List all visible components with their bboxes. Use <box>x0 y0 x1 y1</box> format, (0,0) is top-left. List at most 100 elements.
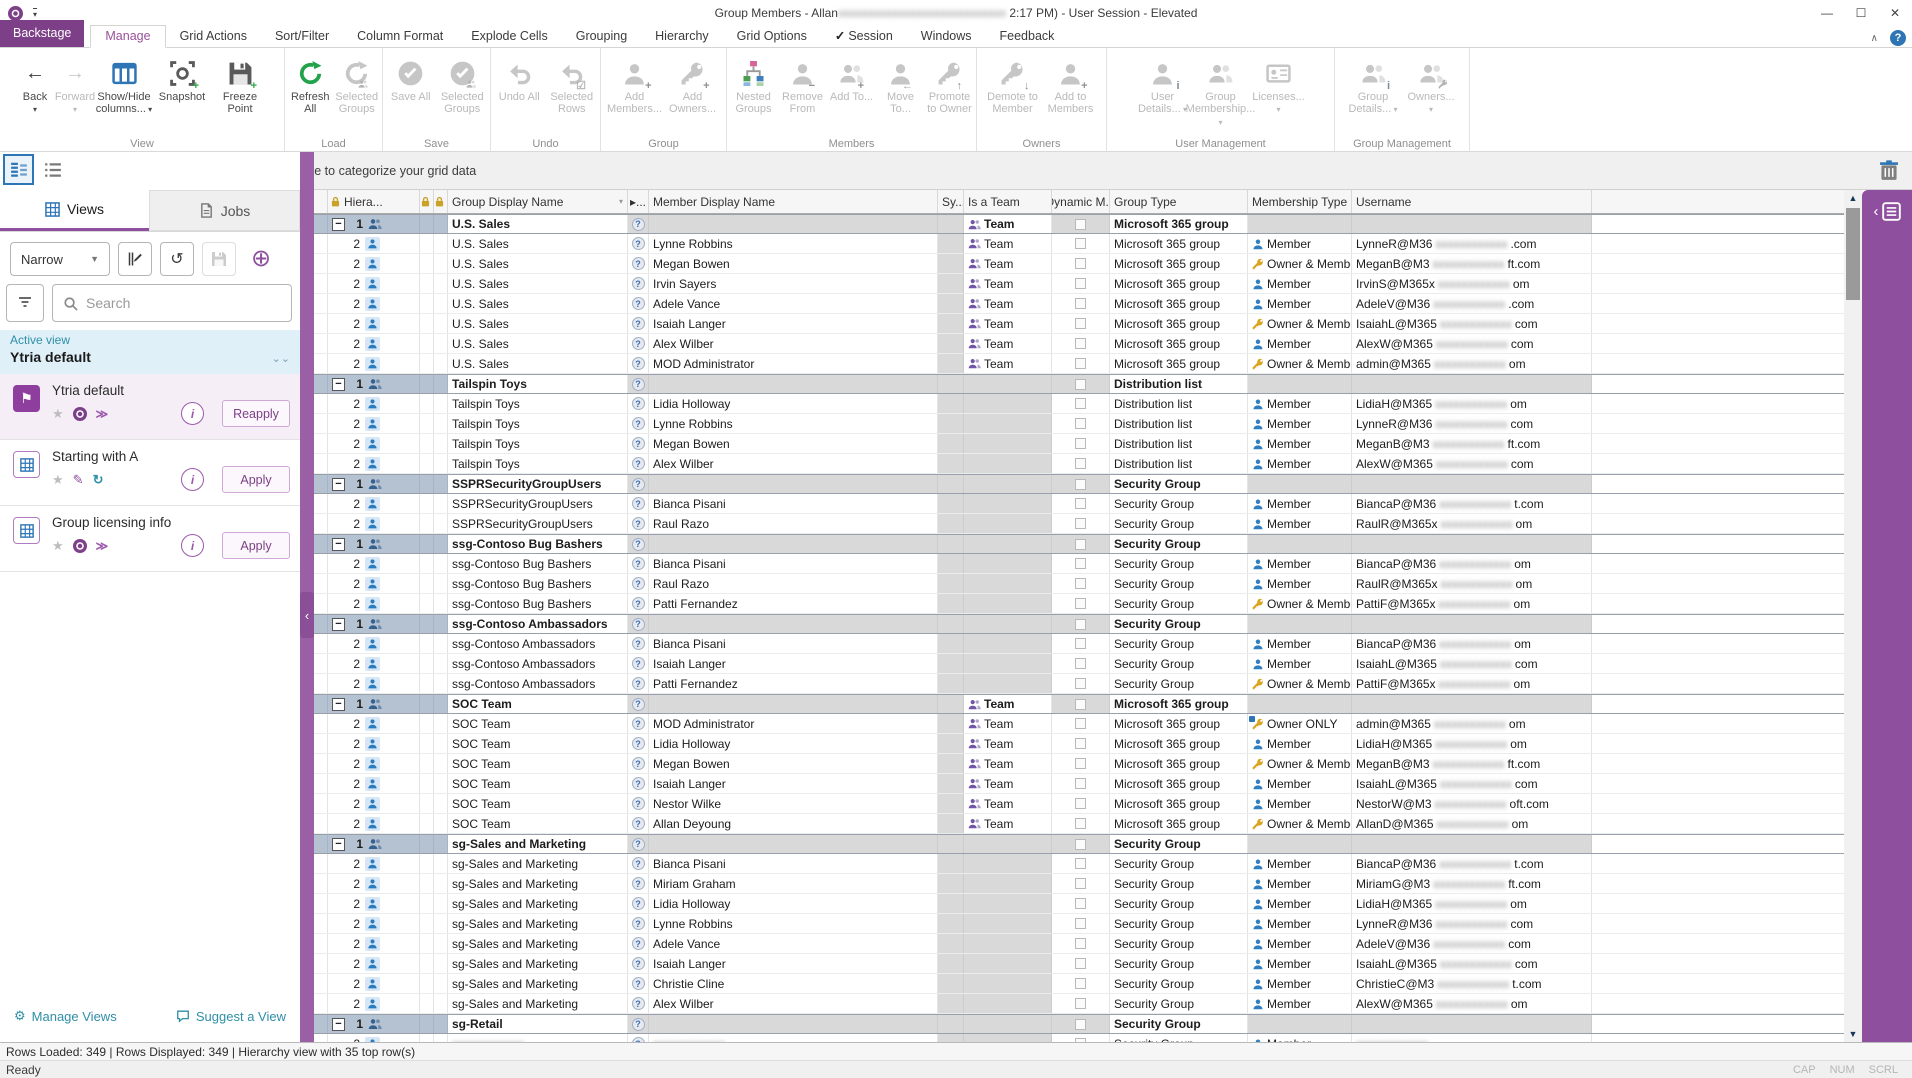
cell-group-display-name[interactable]: ssg-Contoso Ambassadors <box>448 615 628 633</box>
cell-username[interactable]: LynneR@M36xxxxxxxxxxxx.com <box>1352 234 1592 253</box>
cell-member-display-name[interactable] <box>649 375 938 393</box>
cell-group-display-name[interactable]: U.S. Sales <box>448 354 628 373</box>
cell-membership-type[interactable]: Member <box>1248 434 1352 453</box>
member-row[interactable]: 2SSPRSecurityGroupUsers?Bianca PisaniSec… <box>314 494 1844 514</box>
cell-username[interactable]: NestorW@M3xxxxxxxxxxxxoft.com <box>1352 794 1592 813</box>
help-icon[interactable]: ? <box>1890 30 1906 46</box>
cell-group-display-name[interactable]: Tailspin Toys <box>448 434 628 453</box>
cell-member-display-name[interactable]: Bianca Pisani <box>649 854 938 873</box>
cell-dynamic-membership[interactable] <box>1052 234 1110 253</box>
cell-is-a-team[interactable] <box>964 954 1052 973</box>
question-icon[interactable]: ? <box>632 698 645 711</box>
member-row[interactable]: 2sg-Sales and Marketing?Lidia HollowaySe… <box>314 894 1844 914</box>
cell-membership-type[interactable]: Owner & Member <box>1248 254 1352 273</box>
member-row[interactable]: 2sg-Sales and Marketing?Isaiah LangerSec… <box>314 954 1844 974</box>
width-dropdown[interactable]: Narrow▼ <box>10 242 110 276</box>
cell-goto[interactable]: ? <box>628 714 649 733</box>
group-header-row[interactable]: −1SSPRSecurityGroupUsers?Security Group <box>314 474 1844 494</box>
tab-sort-filter[interactable]: Sort/Filter <box>261 26 343 47</box>
cell-username[interactable]: BiancaP@M36xxxxxxxxxxxxom <box>1352 554 1592 573</box>
cell-member-display-name[interactable] <box>649 1015 938 1033</box>
group-header-row[interactable]: −1Tailspin Toys?Distribution list <box>314 374 1844 394</box>
cell-group-type[interactable]: Security Group <box>1110 835 1248 853</box>
cell-group-type[interactable]: Distribution list <box>1110 434 1248 453</box>
cell-group-display-name[interactable]: ssg-Contoso Ambassadors <box>448 634 628 653</box>
cell-member-display-name[interactable]: Raul Razo <box>649 514 938 533</box>
cell-dynamic-membership[interactable] <box>1052 414 1110 433</box>
column-header-mtype[interactable]: Membership Type <box>1248 190 1352 213</box>
cell-is-a-team[interactable] <box>964 894 1052 913</box>
cell-is-a-team[interactable] <box>964 994 1052 1013</box>
cell-membership-type[interactable]: Member <box>1248 774 1352 793</box>
column-header-sy[interactable]: Sy... <box>938 190 964 213</box>
cell-dynamic-membership[interactable] <box>1052 734 1110 753</box>
tab-jobs[interactable]: Jobs <box>149 190 300 231</box>
cell-group-display-name[interactable]: xxxxxxxxxxxx <box>448 1034 628 1042</box>
cell-username[interactable]: IsaiahL@M365xxxxxxxxxxxxcom <box>1352 314 1592 333</box>
checkbox[interactable] <box>1075 718 1086 729</box>
grouping-bar[interactable]: Drag a column header to this grouping zo… <box>70 152 1912 190</box>
column-header-gtype[interactable]: Group Type <box>1110 190 1248 213</box>
cell-dynamic-membership[interactable] <box>1052 894 1110 913</box>
owners-button[interactable]: Owners...▾ <box>1402 53 1460 116</box>
cell-is-a-team[interactable]: Team <box>964 714 1052 733</box>
checkbox[interactable] <box>1075 438 1086 449</box>
cell-group-display-name[interactable]: sg-Sales and Marketing <box>448 835 628 853</box>
refresh-all-button[interactable]: Refresh All <box>287 53 334 115</box>
cell-membership-type[interactable]: Owner & Member <box>1248 754 1352 773</box>
info-icon[interactable]: i <box>181 402 204 425</box>
info-icon[interactable]: i <box>181 468 204 491</box>
cell-member-display-name[interactable]: Bianca Pisani <box>649 554 938 573</box>
checkbox[interactable] <box>1075 738 1086 749</box>
cell-is-a-team[interactable]: Team <box>964 774 1052 793</box>
member-row[interactable]: 2U.S. Sales?Lynne RobbinsTeamMicrosoft 3… <box>314 234 1844 254</box>
cell-dynamic-membership[interactable] <box>1052 215 1110 233</box>
checkbox[interactable] <box>1075 638 1086 649</box>
cell-username[interactable]: RaulR@M365xxxxxxxxxxxxxom <box>1352 514 1592 533</box>
cell-is-a-team[interactable] <box>964 634 1052 653</box>
save-view-button[interactable] <box>202 242 236 276</box>
cell-is-a-team[interactable]: Team <box>964 354 1052 373</box>
cell-goto[interactable]: ? <box>628 894 649 913</box>
cell-username[interactable]: LynneR@M36xxxxxxxxxxxxcom <box>1352 914 1592 933</box>
add-owners-button[interactable]: +Add Owners... <box>664 53 722 115</box>
cell-member-display-name[interactable]: Lynne Robbins <box>649 414 938 433</box>
column-header-dyn[interactable]: Dynamic M... <box>1052 190 1110 213</box>
checkbox[interactable] <box>1075 518 1086 529</box>
cell-goto[interactable]: ? <box>628 434 649 453</box>
close-button[interactable]: ✕ <box>1878 0 1912 26</box>
cell-membership-type[interactable]: Member <box>1248 394 1352 413</box>
cell-goto[interactable]: ? <box>628 454 649 473</box>
collapse-toggle[interactable]: − <box>332 538 345 551</box>
scroll-up-icon[interactable]: ▲ <box>1844 190 1862 206</box>
cell-goto[interactable]: ? <box>628 754 649 773</box>
question-icon[interactable]: ? <box>632 637 645 650</box>
cell-username[interactable]: IsaiahL@M365xxxxxxxxxxxxcom <box>1352 954 1592 973</box>
cell-member-display-name[interactable]: Raul Razo <box>649 574 938 593</box>
cell-username[interactable]: AllanD@M365xxxxxxxxxxxxom <box>1352 814 1592 833</box>
selected-groups-button[interactable]: Selected Groups <box>334 53 381 115</box>
cell-username[interactable] <box>1352 535 1592 553</box>
question-icon[interactable]: ? <box>632 757 645 770</box>
cell-username[interactable]: AlexW@M365xxxxxxxxxxxxcom <box>1352 334 1592 353</box>
checkbox[interactable] <box>1075 219 1086 230</box>
cell-username[interactable]: AdeleV@M36xxxxxxxxxxxx.com <box>1352 294 1592 313</box>
checkbox[interactable] <box>1075 878 1086 889</box>
cell-membership-type[interactable] <box>1248 1015 1352 1033</box>
checkbox[interactable] <box>1075 298 1086 309</box>
cell-is-a-team[interactable] <box>964 615 1052 633</box>
cell-dynamic-membership[interactable] <box>1052 874 1110 893</box>
cell-group-type[interactable]: Security Group <box>1110 615 1248 633</box>
remove-from-button[interactable]: −Remove From <box>778 53 827 115</box>
member-row[interactable]: 2Tailspin Toys?Lidia HollowayDistributio… <box>314 394 1844 414</box>
add-members-button[interactable]: +Add Members... <box>606 53 664 115</box>
cell-group-type[interactable]: Microsoft 365 group <box>1110 314 1248 333</box>
cell-membership-type[interactable]: Member <box>1248 294 1352 313</box>
cell-dynamic-membership[interactable] <box>1052 434 1110 453</box>
collapse-toggle[interactable]: − <box>332 478 345 491</box>
member-row[interactable]: 2U.S. Sales?Adele VanceTeamMicrosoft 365… <box>314 294 1844 314</box>
member-row[interactable]: 2ssg-Contoso Bug Bashers?Raul RazoSecuri… <box>314 574 1844 594</box>
cell-username[interactable] <box>1352 695 1592 713</box>
cell-membership-type[interactable]: Member <box>1248 634 1352 653</box>
cell-group-type[interactable]: Microsoft 365 group <box>1110 294 1248 313</box>
